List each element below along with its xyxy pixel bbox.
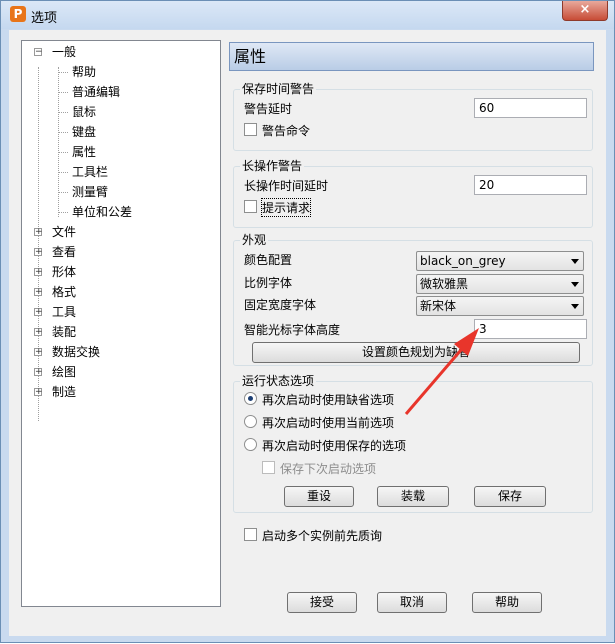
properties-panel: 属性 保存时间警告 警告延时 60 警告命令 长操作警告 长操作时间延时 20 …: [229, 42, 596, 613]
fixed-font-value: 新宋体: [420, 299, 457, 313]
tree-item-label: 文件: [52, 225, 77, 239]
radio-saved-options[interactable]: [244, 438, 257, 451]
tree-connector: [58, 112, 68, 113]
tree-item-label: 制造: [52, 385, 77, 399]
tree-connector: [58, 212, 68, 213]
app-logo-icon: P: [10, 6, 26, 22]
tree-guide-line: [58, 67, 59, 217]
tree-item-label: 帮助: [72, 65, 97, 79]
cursor-font-height-field[interactable]: 3: [474, 319, 587, 339]
collapse-icon[interactable]: −: [34, 48, 43, 57]
multi-instance-checkbox[interactable]: [244, 528, 257, 541]
expand-icon[interactable]: +: [34, 328, 43, 337]
group-title: 运行状态选项: [240, 374, 317, 388]
group-title: 长操作警告: [240, 159, 305, 173]
color-scheme-label: 颜色配置: [244, 253, 293, 267]
prop-font-label: 比例字体: [244, 276, 293, 290]
prop-font-select[interactable]: 微软雅黑: [416, 274, 584, 294]
expand-icon[interactable]: +: [34, 268, 43, 277]
save-warning-group: 保存时间警告 警告延时 60 警告命令: [233, 82, 593, 151]
tree-item-label: 工具栏: [72, 165, 109, 179]
tree-item-label: 查看: [52, 245, 77, 259]
chevron-down-icon: [571, 282, 579, 287]
warning-delay-field[interactable]: 60: [474, 98, 587, 118]
expand-icon[interactable]: +: [34, 388, 43, 397]
radio-current-options[interactable]: [244, 415, 257, 428]
prop-font-value: 微软雅黑: [420, 277, 469, 291]
save-button[interactable]: 保存: [474, 486, 546, 507]
radio-current-options-label: 再次启动时使用当前选项: [262, 416, 395, 430]
window-title: 选项: [31, 11, 58, 26]
long-op-group: 长操作警告 长操作时间延时 20 提示请求: [233, 159, 593, 228]
tree-connector: [58, 132, 68, 133]
tree-connector: [58, 72, 68, 73]
warning-command-checkbox[interactable]: [244, 123, 257, 136]
warning-command-label: 警告命令: [262, 124, 311, 138]
tree-item-label: 普通编辑: [72, 85, 121, 99]
group-title: 保存时间警告: [240, 82, 317, 96]
panel-title: 属性: [229, 42, 594, 71]
tree-item-label: 工具: [52, 305, 77, 319]
tree-item-label: 鼠标: [72, 105, 97, 119]
long-op-delay-field[interactable]: 20: [474, 175, 587, 195]
expand-icon[interactable]: +: [34, 308, 43, 317]
save-next-start-checkbox[interactable]: [262, 461, 275, 474]
tree-item-label: 测量臂: [72, 185, 109, 199]
fixed-font-label: 固定宽度字体: [244, 298, 317, 312]
close-button[interactable]: ×: [562, 1, 608, 21]
dialog-body: − 一般 帮助 普通编辑 鼠标 键盘 属性 工具栏 测量臂 单位和公差 + 文件…: [9, 30, 606, 636]
load-button[interactable]: 装载: [377, 486, 449, 507]
options-dialog: P 选项 × − 一般 帮助 普通编辑 鼠标 键盘 属性 工具栏 测量臂 单位和…: [0, 0, 615, 643]
help-button[interactable]: 帮助: [472, 592, 542, 613]
warning-delay-label: 警告延时: [244, 102, 293, 116]
prompt-request-label: 提示请求: [260, 198, 312, 217]
options-tree[interactable]: − 一般 帮助 普通编辑 鼠标 键盘 属性 工具栏 测量臂 单位和公差 + 文件…: [21, 40, 221, 607]
tree-item-label: 单位和公差: [72, 205, 133, 219]
tree-connector: [58, 172, 68, 173]
cancel-button[interactable]: 取消: [377, 592, 447, 613]
tree-item-label: 键盘: [72, 125, 97, 139]
appearance-group: 外观 颜色配置 black_on_grey 比例字体 微软雅黑 固定宽度字体 新…: [233, 233, 593, 366]
fixed-font-select[interactable]: 新宋体: [416, 296, 584, 316]
tree-connector: [58, 92, 68, 93]
title-bar[interactable]: P 选项 ×: [1, 1, 614, 29]
tree-item-label: 绘图: [52, 365, 77, 379]
color-scheme-value: black_on_grey: [420, 254, 506, 268]
expand-icon[interactable]: +: [34, 248, 43, 257]
runtime-options-group: 运行状态选项 再次启动时使用缺省选项 再次启动时使用当前选项 再次启动时使用保存…: [233, 374, 593, 513]
ok-button[interactable]: 接受: [287, 592, 357, 613]
tree-item-label: 数据交换: [52, 345, 101, 359]
radio-default-options[interactable]: [244, 392, 257, 405]
multi-instance-label: 启动多个实例前先质询: [262, 529, 383, 543]
tree-item-label: 一般: [52, 45, 77, 59]
tree-connector: [58, 152, 68, 153]
radio-default-options-label: 再次启动时使用缺省选项: [262, 393, 395, 407]
tree-connector: [58, 192, 68, 193]
group-title: 外观: [240, 233, 269, 247]
reset-color-scheme-button[interactable]: 设置颜色规划为缺省: [252, 342, 580, 363]
chevron-down-icon: [571, 259, 579, 264]
reset-button[interactable]: 重设: [284, 486, 354, 507]
tree-item-label: 属性: [72, 143, 97, 161]
expand-icon[interactable]: +: [34, 368, 43, 377]
tree-item-label: 装配: [52, 325, 77, 339]
expand-icon[interactable]: +: [34, 348, 43, 357]
expand-icon[interactable]: +: [34, 228, 43, 237]
chevron-down-icon: [571, 304, 579, 309]
long-op-delay-label: 长操作时间延时: [244, 179, 329, 193]
tree-item-label: 格式: [52, 285, 77, 299]
expand-icon[interactable]: +: [34, 288, 43, 297]
color-scheme-select[interactable]: black_on_grey: [416, 251, 584, 271]
radio-saved-options-label: 再次启动时使用保存的选项: [262, 439, 407, 453]
prompt-request-checkbox[interactable]: [244, 200, 257, 213]
save-next-start-label: 保存下次启动选项: [280, 462, 377, 476]
tree-item-label: 形体: [52, 265, 77, 279]
cursor-font-height-label: 智能光标字体高度: [244, 323, 341, 337]
